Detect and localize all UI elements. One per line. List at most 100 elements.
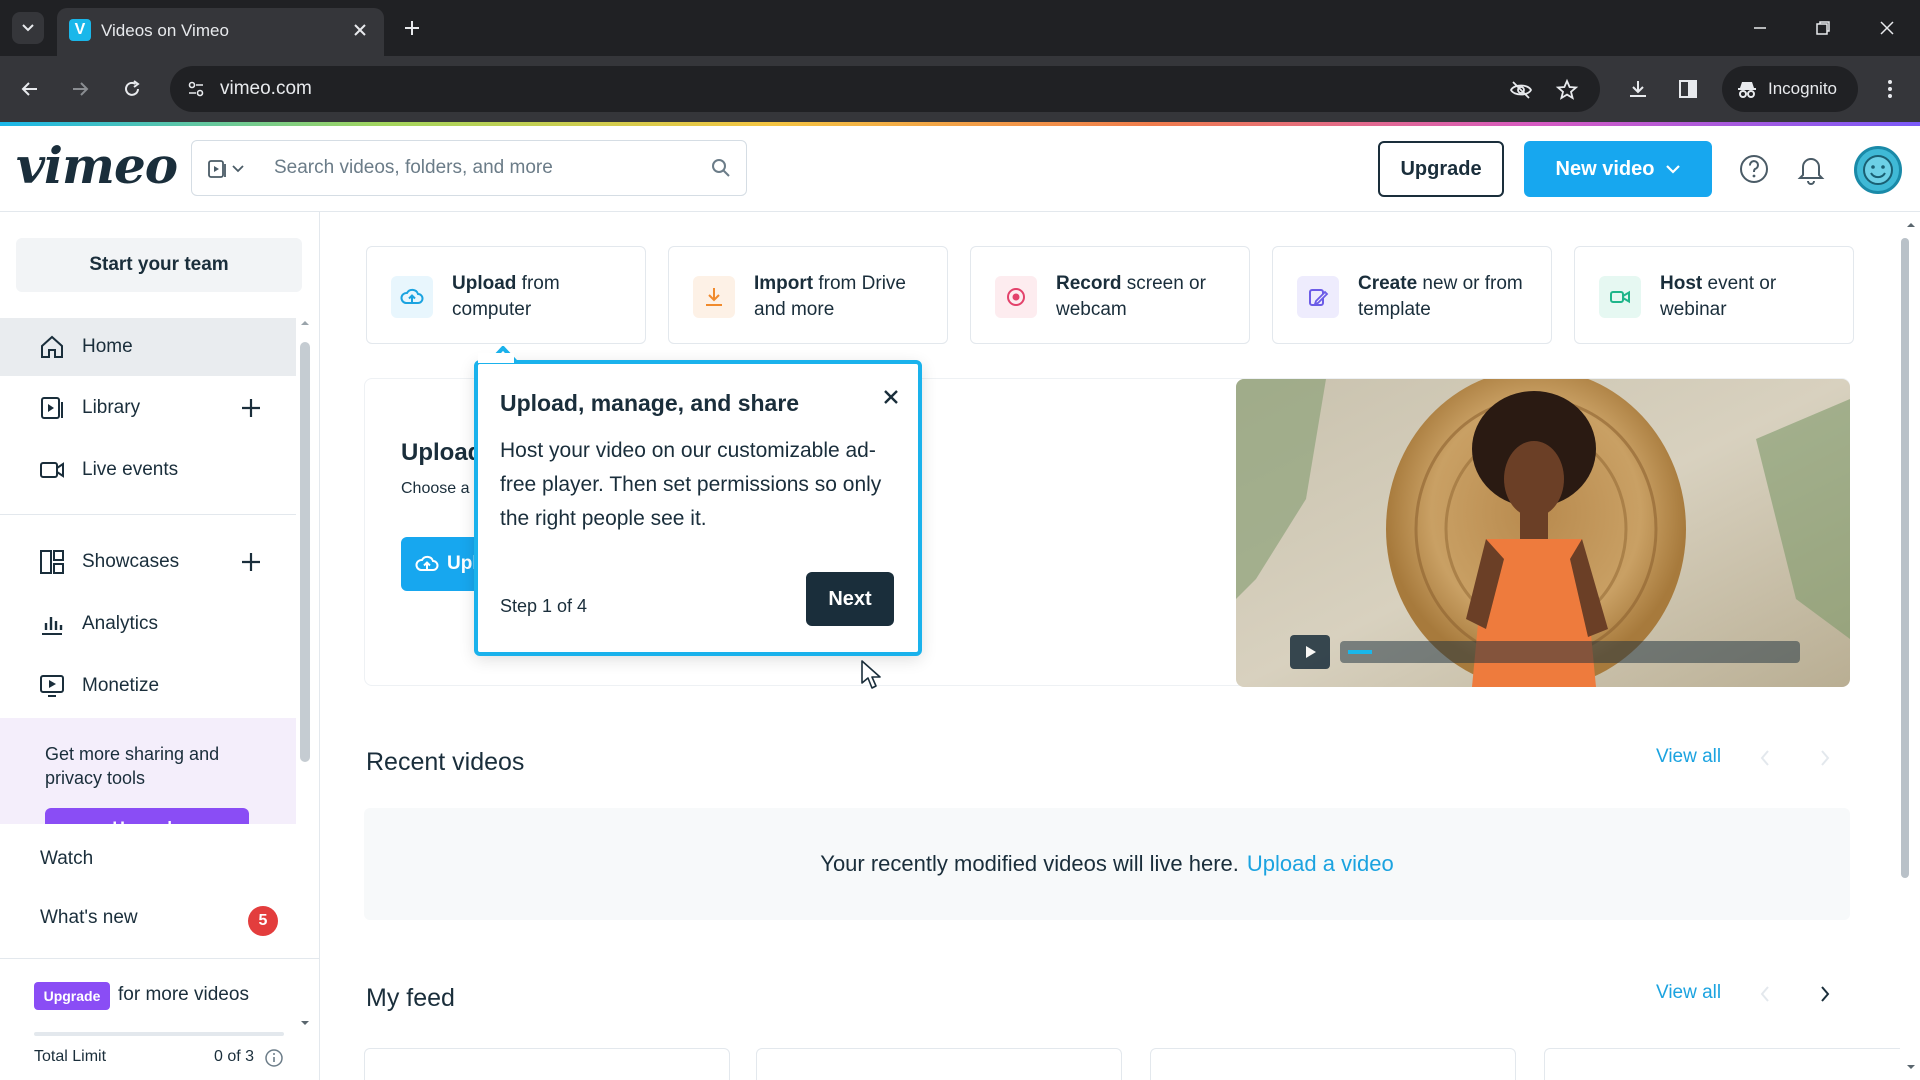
create-from-template-card[interactable]: Create new or from template	[1272, 246, 1552, 344]
onboarding-tooltip: Upload, manage, and share Host your vide…	[474, 360, 922, 656]
upgrade-button[interactable]: Upgrade	[1378, 141, 1504, 197]
close-icon[interactable]	[878, 384, 904, 410]
prev-arrow-icon[interactable]	[1758, 748, 1772, 768]
card-text: Create new or from template	[1358, 273, 1523, 320]
restore-icon[interactable]	[1803, 12, 1843, 44]
sidebar-item-live-events[interactable]: Live events	[0, 441, 296, 499]
search-icon[interactable]	[710, 157, 734, 181]
incognito-icon	[1738, 82, 1756, 98]
record-screen-card[interactable]: Record screen or webcam	[970, 246, 1250, 344]
browser-menu-icon[interactable]	[1874, 73, 1906, 105]
sidebar-item-label: Home	[82, 336, 133, 357]
library-icon	[41, 397, 63, 419]
live-events-icon	[40, 462, 64, 478]
chevron-down-icon	[232, 165, 244, 173]
card-text: Import from Drive and more	[754, 273, 907, 320]
search-bar	[191, 140, 747, 196]
forward-arrow-icon[interactable]	[64, 73, 96, 105]
showcases-icon	[40, 550, 64, 574]
sidebar-scroll-thumb[interactable]	[300, 342, 310, 762]
host-event-card[interactable]: Host event or webinar	[1574, 246, 1854, 344]
import-icon	[693, 276, 735, 318]
tooltip-body: Host your video on our customizable ad-f…	[500, 439, 882, 530]
feed-card[interactable]	[756, 1048, 1122, 1080]
recent-videos-empty-state: Your recently modified videos will live …	[364, 808, 1850, 920]
sidebar-item-label: Analytics	[82, 613, 159, 634]
recent-view-all-link[interactable]: View all	[1656, 746, 1721, 768]
feed-card[interactable]	[1544, 1048, 1900, 1080]
smiley-face-icon	[1863, 155, 1893, 185]
incognito-indicator[interactable]: Incognito	[1722, 66, 1858, 112]
next-arrow-icon[interactable]	[1818, 748, 1832, 768]
vimeo-header: vimeo Upgrade New video	[0, 126, 1920, 212]
browser-toolbar: vimeo.com Incognito	[0, 56, 1920, 122]
card-text: Host event or webinar	[1660, 273, 1777, 320]
monetize-icon	[40, 675, 64, 697]
whats-new-count-badge: 5	[248, 906, 278, 936]
play-icon[interactable]	[1290, 635, 1330, 669]
new-tab-plus-icon[interactable]	[398, 14, 426, 42]
info-icon[interactable]	[264, 1048, 284, 1068]
download-icon[interactable]	[1622, 73, 1654, 105]
upload-from-computer-card[interactable]: Upload from computer	[366, 246, 646, 344]
site-info-icon[interactable]	[184, 77, 208, 101]
browser-tab[interactable]: V Videos on Vimeo	[57, 8, 384, 56]
new-video-label: New video	[1555, 157, 1655, 180]
scroll-down-arrow-icon	[1907, 1065, 1915, 1069]
new-video-button[interactable]: New video	[1524, 141, 1712, 197]
feed-card[interactable]	[364, 1048, 730, 1080]
import-from-drive-card[interactable]: Import from Drive and more	[668, 246, 948, 344]
scroll-down-arrow-icon	[301, 1021, 309, 1025]
tab-list-button[interactable]	[12, 12, 44, 44]
next-arrow-icon[interactable]	[1818, 984, 1832, 1004]
tab-close-icon[interactable]	[348, 18, 372, 42]
sidebar-divider	[0, 958, 320, 959]
bookmark-star-icon[interactable]	[1554, 77, 1580, 103]
sidebar-item-watch[interactable]: Watch	[40, 848, 93, 870]
prev-arrow-icon[interactable]	[1758, 984, 1772, 1004]
video-progress-bar[interactable]	[1340, 641, 1800, 663]
eye-slash-icon[interactable]	[1508, 77, 1534, 103]
hero-title: Upload	[401, 439, 483, 466]
url-text[interactable]: vimeo.com	[220, 78, 312, 100]
browser-tab-bar: V Videos on Vimeo	[0, 0, 1920, 56]
create-icon	[1297, 276, 1339, 318]
sidebar: Start your team Home Library Live events…	[0, 212, 320, 1080]
recent-videos-title: Recent videos	[366, 748, 525, 776]
help-icon[interactable]	[1737, 152, 1771, 186]
search-input[interactable]	[274, 142, 694, 194]
card-text: Record screen or webcam	[1056, 273, 1206, 320]
my-feed-title: My feed	[366, 984, 455, 1012]
feed-card[interactable]	[1150, 1048, 1516, 1080]
video-progress-fill	[1348, 650, 1372, 654]
user-avatar[interactable]	[1854, 146, 1902, 194]
search-type-dropdown[interactable]	[206, 157, 252, 181]
add-showcase-plus-icon[interactable]	[236, 547, 266, 577]
tab-title: Videos on Vimeo	[101, 21, 229, 40]
side-panel-icon[interactable]	[1672, 73, 1704, 105]
vimeo-logo[interactable]: vimeo	[16, 136, 178, 195]
hero-video-player[interactable]	[1236, 379, 1850, 687]
tooltip-arrow-mask	[478, 353, 514, 363]
reload-icon[interactable]	[116, 73, 148, 105]
back-arrow-icon[interactable]	[14, 73, 46, 105]
notification-bell-icon[interactable]	[1794, 152, 1828, 186]
mouse-cursor-icon	[861, 660, 881, 689]
start-your-team-button[interactable]: Start your team	[16, 238, 302, 292]
sidebar-item-monetize[interactable]: Monetize	[0, 657, 296, 715]
scroll-up-arrow-icon	[301, 321, 309, 325]
upgrade-tag-button[interactable]: Upgrade	[34, 982, 110, 1010]
sidebar-item-whats-new[interactable]: What's new	[40, 907, 138, 929]
sidebar-item-analytics[interactable]: Analytics	[0, 595, 296, 653]
add-library-plus-icon[interactable]	[236, 393, 266, 423]
upload-a-video-link[interactable]: Upload a video	[1247, 851, 1394, 877]
address-bar[interactable]: vimeo.com	[170, 66, 1600, 112]
host-camera-icon	[1599, 276, 1641, 318]
feed-view-all-link[interactable]: View all	[1656, 982, 1721, 1004]
window-close-icon[interactable]	[1867, 12, 1907, 44]
page-scroll-thumb[interactable]	[1901, 238, 1909, 878]
sidebar-item-home[interactable]: Home	[0, 318, 296, 376]
sidebar-item-label: Showcases	[82, 551, 180, 572]
minimize-icon[interactable]	[1740, 12, 1780, 44]
tooltip-next-button[interactable]: Next	[806, 572, 894, 626]
